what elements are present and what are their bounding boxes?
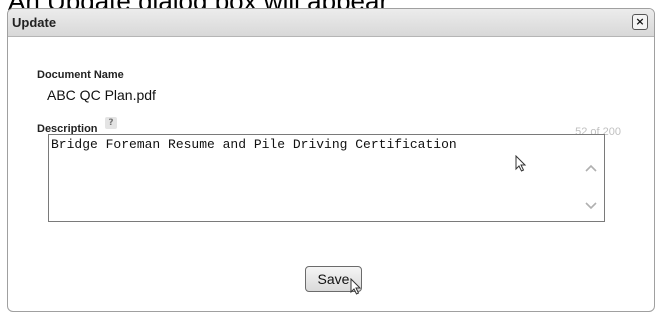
description-textarea[interactable]: Bridge Foreman Resume and Pile Driving C…: [51, 137, 571, 157]
mouse-pointer-icon: [350, 278, 362, 295]
description-field[interactable]: Bridge Foreman Resume and Pile Driving C…: [48, 134, 605, 222]
document-name-label: Document Name: [37, 69, 124, 81]
update-dialog: Update × Document Name ABC QC Plan.pdf D…: [7, 8, 655, 312]
close-icon[interactable]: ×: [632, 14, 648, 30]
help-icon[interactable]: ?: [105, 117, 117, 129]
mouse-pointer-icon: [515, 155, 527, 172]
dialog-titlebar: Update ×: [8, 9, 654, 37]
chevron-up-icon[interactable]: [584, 161, 598, 175]
chevron-down-icon[interactable]: [584, 199, 598, 213]
document-name-value: ABC QC Plan.pdf: [47, 87, 156, 103]
dialog-title: Update: [12, 15, 57, 30]
